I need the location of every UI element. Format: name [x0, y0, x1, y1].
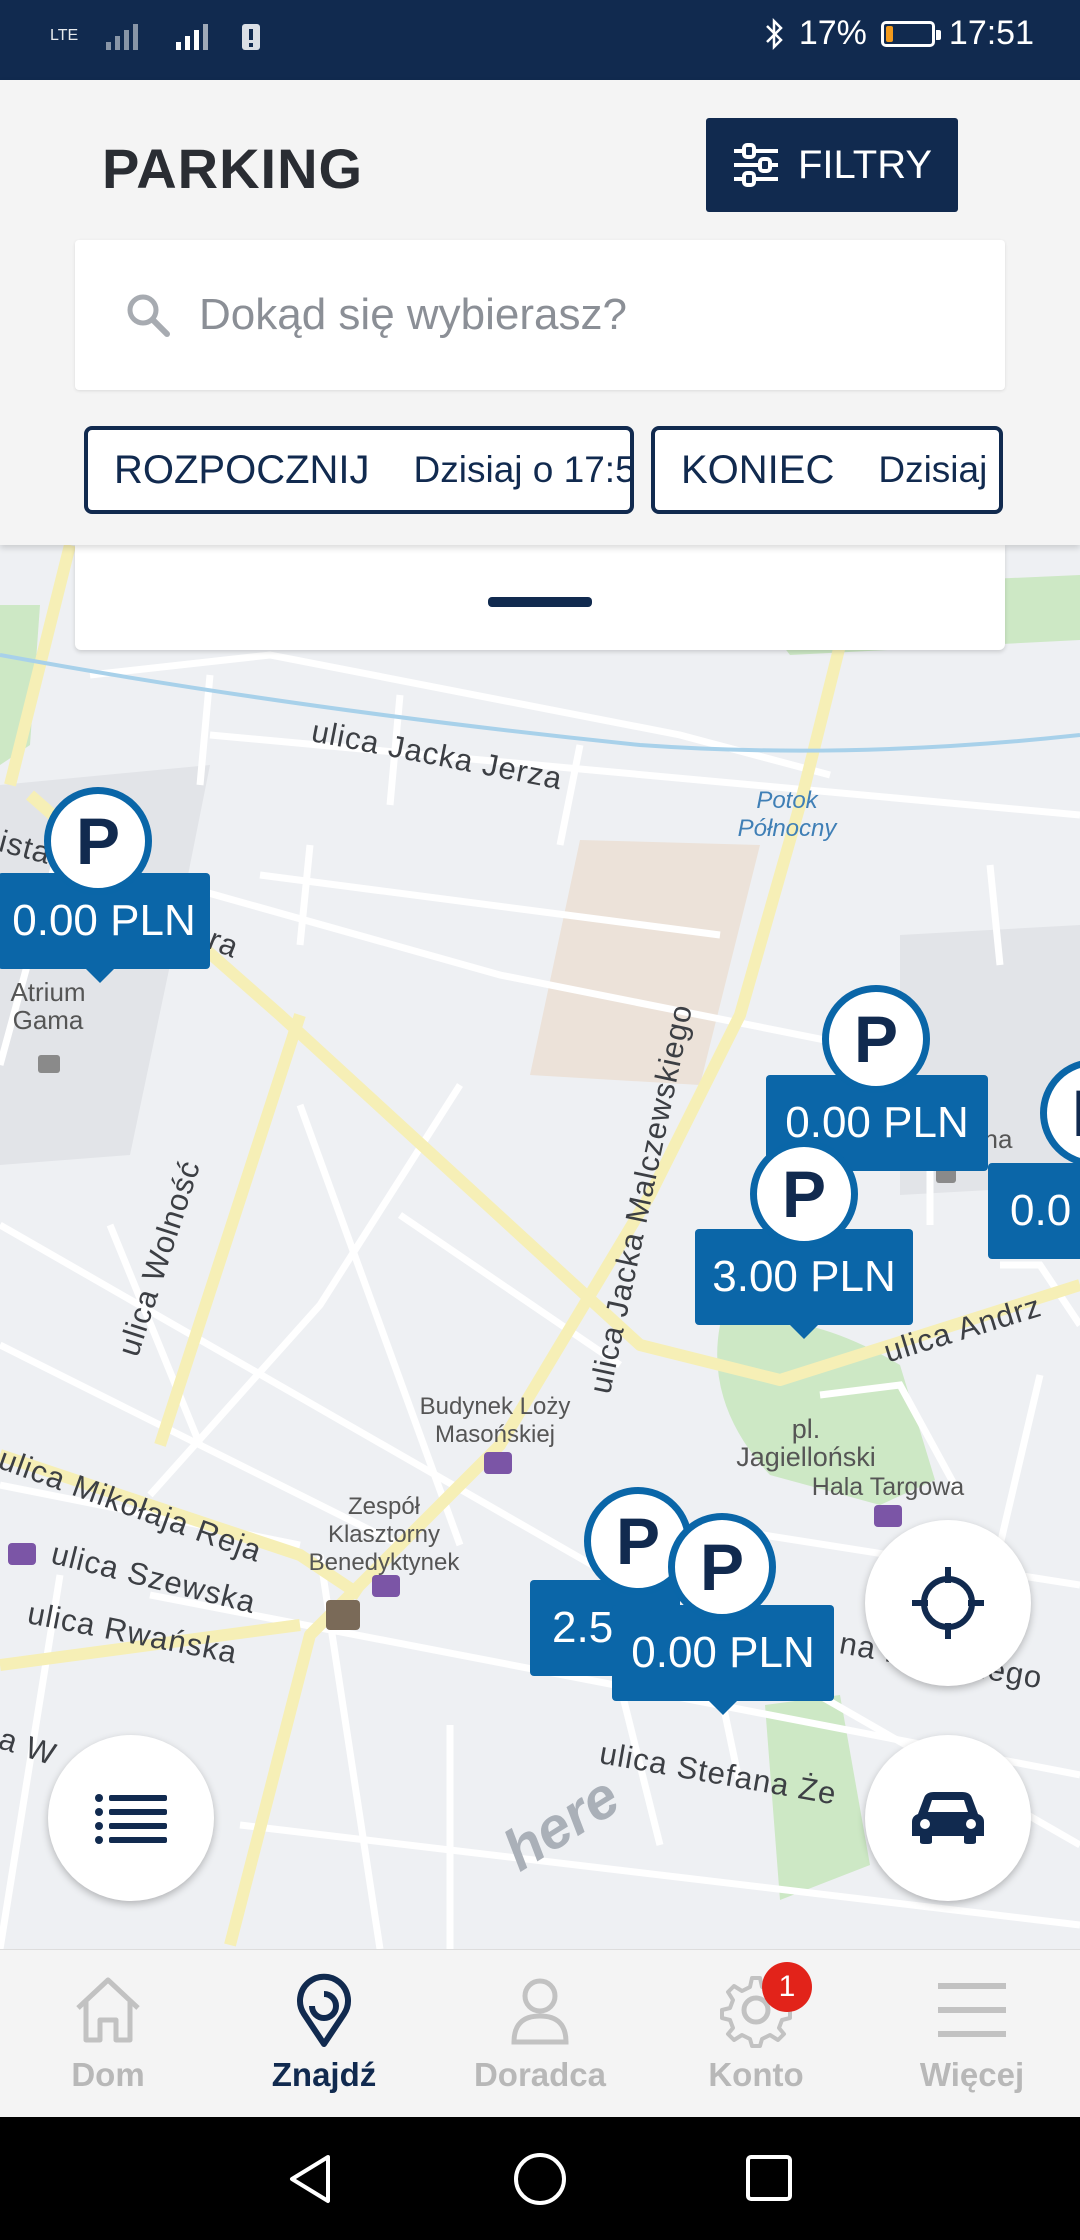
back-icon[interactable] [284, 2153, 336, 2205]
parking-p-icon: P [668, 1513, 776, 1621]
battery-percent: 17% [798, 14, 867, 52]
nav-item-wiecej[interactable]: Więcej [864, 1950, 1080, 2118]
network-type: LTE [50, 27, 79, 44]
sliders-icon [733, 143, 778, 187]
end-time-chip[interactable]: KONIEC Dzisiaj o 17:51 [651, 426, 1003, 514]
bluetooth-icon [765, 17, 783, 50]
parking-price: 2.5 [552, 1603, 614, 1652]
home-icon [76, 1977, 140, 2043]
filter-button[interactable]: FILTRY [706, 118, 958, 212]
signal-icon [176, 24, 209, 50]
nav-label: Konto [708, 2056, 804, 2093]
drawer-handle-card[interactable] [75, 545, 1005, 650]
clock: 17:51 [948, 14, 1034, 52]
poi-label: Hala Targowa [811, 1473, 965, 1501]
map[interactable]: ulica Jacka Jerza ulica Jacka Malczewski… [0, 545, 1080, 1949]
list-view-button[interactable] [48, 1735, 214, 1901]
start-time-chip[interactable]: ROZPOCZNIJ Dzisiaj o 17:51 [84, 426, 634, 514]
start-time-value: Dzisiaj o 17:51 [413, 449, 634, 490]
header-panel: PARKING FILTRY ROZPOCZNIJ Dzisiaj o 17:5… [0, 80, 1080, 545]
filter-button-label: FILTRY [797, 142, 933, 187]
nav-item-dom[interactable]: Dom [0, 1950, 216, 2118]
status-bar: LTE 17% 17:51 [0, 0, 1080, 80]
menu-lines-icon [938, 1983, 1006, 2037]
list-icon [95, 1794, 167, 1844]
parking-p-icon: P [750, 1140, 858, 1248]
car-icon [912, 1792, 984, 1844]
poi-label: Zespół Klasztorny Benedyktynek [308, 1493, 460, 1576]
advisor-person-icon [511, 1978, 569, 2045]
parking-price: 0.0 [1010, 1186, 1072, 1235]
search-input[interactable] [197, 289, 961, 341]
nav-label: Doradca [473, 2056, 607, 2093]
bottom-navigation: Dom Znajdź Doradca Konto 1 Więcej [0, 1949, 1080, 2118]
parking-price: 3.00 PLN [712, 1252, 896, 1301]
find-pin-icon [297, 1973, 351, 2047]
crosshair-icon [912, 1567, 984, 1639]
recents-square-icon[interactable] [744, 2153, 794, 2203]
end-time-value: Dzisiaj o 17:51 [878, 449, 999, 490]
nav-item-znajdz[interactable]: Znajdź [216, 1950, 432, 2118]
search-icon [127, 294, 170, 337]
parking-p-icon: P [822, 985, 930, 1093]
nav-item-doradca[interactable]: Doradca [432, 1950, 648, 2118]
system-navigation-bar [0, 2117, 1080, 2240]
locate-me-button[interactable] [865, 1520, 1031, 1686]
start-time-label: ROZPOCZNIJ [114, 447, 370, 492]
parking-price: 0.00 PLN [12, 896, 196, 945]
poi-label: Atrium Gama [10, 977, 86, 1035]
poi-label: pl. Jagielloński [736, 1414, 876, 1472]
poi-label: Potok Północny [737, 787, 837, 842]
notification-icon [242, 24, 261, 50]
home-circle-icon[interactable] [512, 2151, 568, 2207]
nav-label: Więcej [919, 2056, 1025, 2093]
vehicle-button[interactable] [865, 1735, 1031, 1901]
signal-icon [106, 24, 139, 50]
drawer-handle[interactable] [488, 597, 592, 607]
notification-badge: 1 [762, 1962, 812, 2012]
nav-label: Dom [71, 2056, 145, 2093]
battery-icon [880, 20, 941, 47]
nav-label: Znajdź [271, 2056, 377, 2093]
end-time-label: KONIEC [681, 447, 835, 492]
parking-p-icon: P [44, 787, 152, 895]
poi-label: Budynek Loży Masońskiej [419, 1393, 571, 1448]
page-title: PARKING [102, 137, 364, 200]
search-box[interactable] [75, 240, 1005, 390]
parking-price: 0.00 PLN [631, 1628, 815, 1677]
nav-item-konto[interactable]: Konto 1 [648, 1950, 864, 2118]
